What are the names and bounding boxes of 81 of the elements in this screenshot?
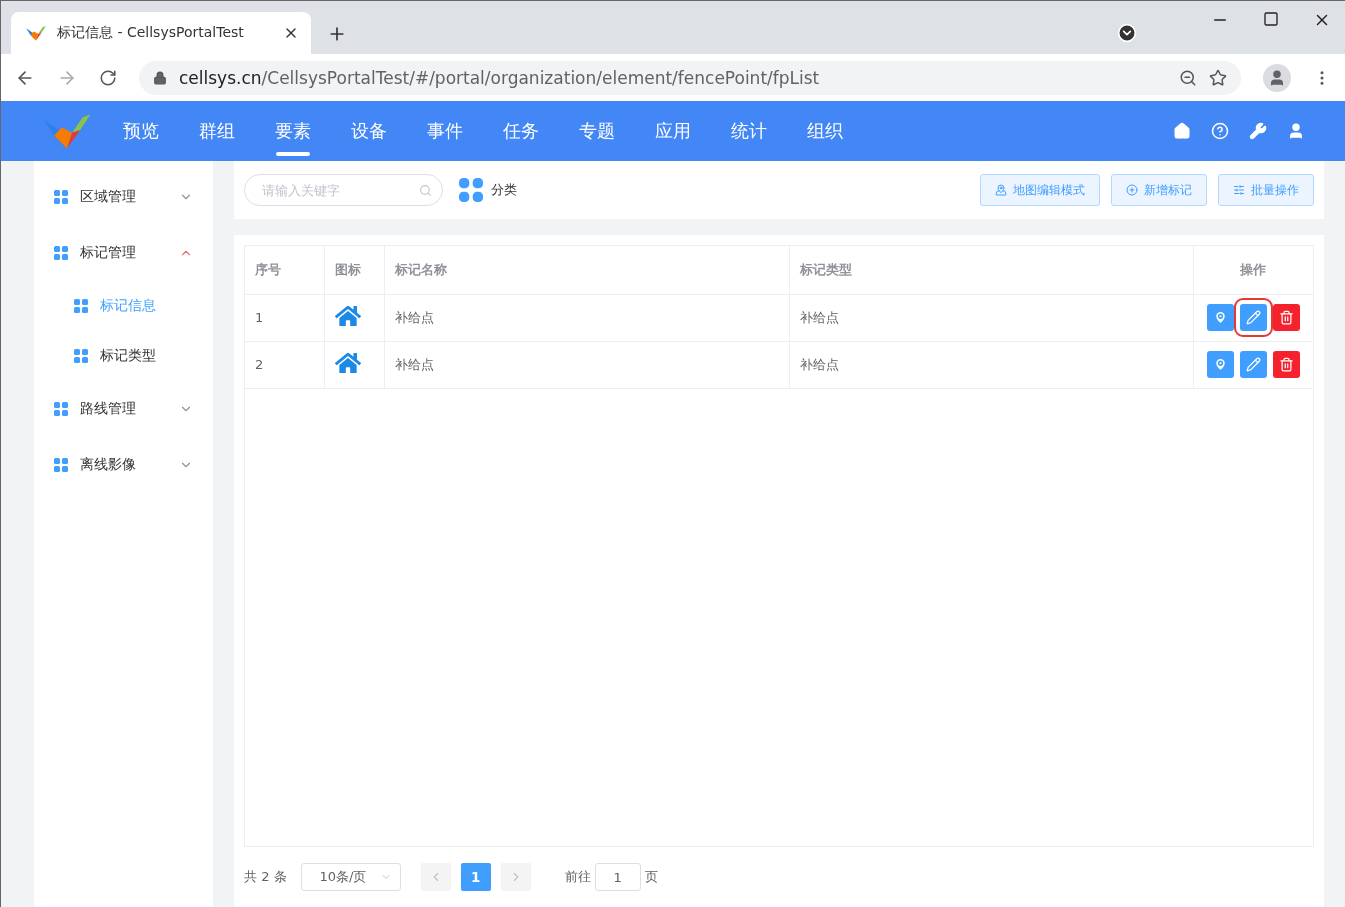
sidebar-label: 离线影像	[80, 456, 137, 474]
nav-item[interactable]: 要素	[255, 101, 331, 161]
nav-item[interactable]: 群组	[179, 101, 255, 161]
toolbar-button[interactable]: 批量操作	[1218, 174, 1314, 206]
help-icon[interactable]	[1211, 122, 1229, 140]
sidebar-item[interactable]: 标记管理	[34, 225, 213, 281]
column-header: 序号	[245, 246, 324, 294]
column-header: 操作	[1193, 246, 1313, 294]
plus-circle-icon	[1126, 184, 1138, 196]
delete-button[interactable]	[1272, 304, 1300, 331]
house-icon	[334, 350, 361, 376]
category-icon	[459, 178, 483, 202]
goto-label: 前往	[564, 868, 591, 886]
maximize-icon[interactable]	[1263, 11, 1279, 27]
grid-icon	[54, 190, 68, 204]
sidebar-label: 路线管理	[80, 400, 137, 418]
sidebar-label: 标记信息	[100, 297, 157, 315]
sidebar-subitem[interactable]: 标记类型	[34, 331, 213, 381]
table-cell: 2	[245, 341, 324, 388]
table-cell: 补给点	[384, 341, 789, 388]
tab-search-icon[interactable]	[1117, 23, 1137, 43]
url-text: cellsys.cn/CellsysPortalTest/#/portal/organization/element/fencePoint/fpList	[179, 67, 821, 88]
goto-page-field[interactable]: 1	[594, 863, 641, 891]
nav-item[interactable]: 组织	[787, 101, 863, 161]
lock-icon	[153, 70, 167, 85]
nav-item[interactable]: 预览	[103, 101, 179, 161]
edit-button[interactable]	[1239, 351, 1267, 378]
toolbar-button[interactable]: 地图编辑模式	[980, 174, 1100, 206]
sidebar-label: 标记类型	[100, 347, 157, 365]
table-cell: 补给点	[384, 294, 789, 341]
locate-button[interactable]	[1206, 351, 1234, 378]
sliders-icon	[1233, 184, 1245, 196]
table-cell: 补给点	[789, 341, 1193, 388]
search-icon	[419, 183, 432, 197]
table-cell: 1	[245, 294, 324, 341]
page-button[interactable]: 1	[460, 863, 491, 891]
grid-icon	[74, 299, 88, 313]
page-suffix: 页	[644, 868, 658, 886]
zoom-icon[interactable]	[1179, 68, 1197, 87]
address-bar[interactable]: cellsys.cn/CellsysPortalTest/#/portal/organization/element/fencePoint/fpList	[139, 60, 1241, 95]
nav-item[interactable]: 统计	[711, 101, 787, 161]
nav-item[interactable]: 设备	[331, 101, 407, 161]
trash-icon	[1278, 357, 1294, 372]
logo-icon	[25, 24, 47, 42]
nav-item[interactable]: 专题	[559, 101, 635, 161]
toolbar-button[interactable]: 新增标记	[1111, 174, 1207, 206]
tab-title: 标记信息 - CellsysPortalTest	[57, 24, 245, 42]
bookmark-star-icon[interactable]	[1209, 68, 1227, 87]
map-pin-icon	[995, 184, 1007, 196]
grid-icon	[54, 246, 68, 260]
column-header: 标记名称	[384, 246, 789, 294]
total-count: 共 2 条	[244, 868, 287, 886]
table-cell: 补给点	[789, 294, 1193, 341]
pencil-icon	[1245, 310, 1261, 325]
page-size-select[interactable]: 10条/页	[300, 863, 401, 891]
sidebar-item[interactable]: 区域管理	[34, 169, 213, 225]
delete-button[interactable]	[1272, 351, 1300, 378]
trash-icon	[1278, 310, 1294, 325]
sidebar-label: 标记管理	[80, 244, 137, 262]
nav-item[interactable]: 应用	[635, 101, 711, 161]
pencil-icon	[1245, 357, 1261, 372]
grid-icon	[54, 402, 68, 416]
nav-item[interactable]: 事件	[407, 101, 483, 161]
profile-avatar[interactable]	[1263, 63, 1291, 92]
grid-icon	[54, 458, 68, 472]
column-header: 图标	[324, 246, 384, 294]
user-icon[interactable]	[1287, 122, 1305, 140]
tools-icon[interactable]	[1249, 122, 1267, 140]
category-label[interactable]: 分类	[491, 181, 517, 199]
browser-tab[interactable]: 标记信息 - CellsysPortalTest	[11, 12, 311, 54]
sidebar-item[interactable]: 离线影像	[34, 437, 213, 493]
nav-item[interactable]: 任务	[483, 101, 559, 161]
grid-icon	[74, 349, 88, 363]
reload-icon[interactable]	[99, 68, 117, 87]
home-icon[interactable]	[1173, 122, 1191, 140]
column-header: 标记类型	[789, 246, 1193, 294]
sidebar-subitem[interactable]: 标记信息	[34, 281, 213, 331]
locate-button[interactable]	[1206, 304, 1234, 331]
house-icon	[334, 303, 361, 329]
sidebar-label: 区域管理	[80, 188, 137, 206]
sidebar-item[interactable]: 路线管理	[34, 381, 213, 437]
